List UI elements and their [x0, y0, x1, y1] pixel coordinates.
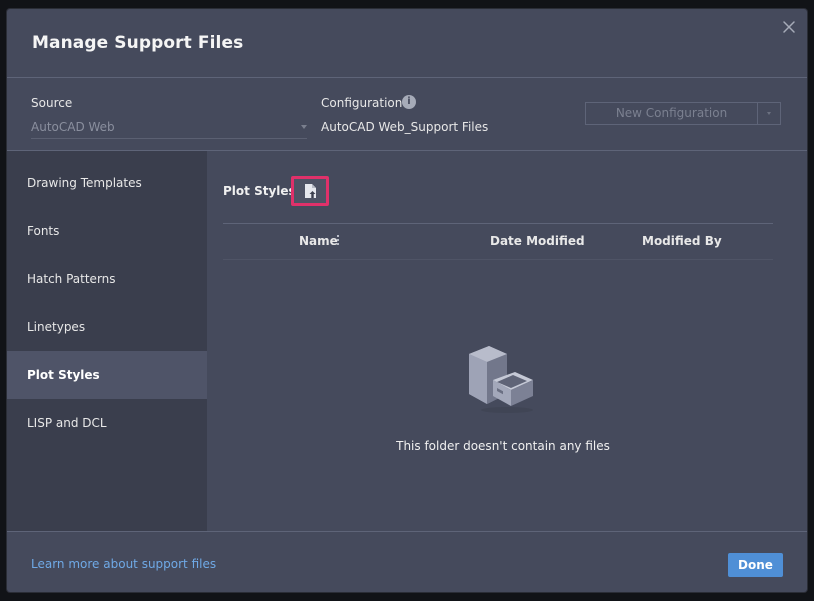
sidebar-item-drawing-templates[interactable]: Drawing Templates — [7, 159, 207, 207]
column-header-name[interactable]: Name — [299, 234, 338, 248]
source-label: Source — [31, 96, 73, 110]
dialog-header: Manage Support Files — [7, 9, 807, 78]
new-configuration-button[interactable]: New Configuration — [586, 103, 758, 124]
upload-file-icon — [305, 184, 316, 198]
configuration-label: Configuration — [321, 96, 403, 110]
chevron-down-icon[interactable] — [758, 103, 780, 124]
column-header-date-modified[interactable]: Date Modified — [490, 234, 585, 248]
source-value: AutoCAD Web — [31, 120, 115, 134]
done-button[interactable]: Done — [728, 553, 783, 577]
info-icon[interactable]: i — [402, 95, 416, 109]
section-title: Plot Styles — [223, 184, 296, 198]
configuration-value: AutoCAD Web_Support Files — [321, 120, 489, 134]
dialog-footer: Learn more about support files Done — [7, 531, 807, 592]
sidebar-item-plot-styles[interactable]: Plot Styles — [7, 351, 207, 399]
chevron-down-icon — [301, 125, 307, 129]
sidebar-item-lisp-and-dcl[interactable]: LISP and DCL — [7, 399, 207, 447]
dialog-title: Manage Support Files — [32, 33, 244, 53]
configuration-row: Source AutoCAD Web Configuration i AutoC… — [7, 78, 807, 151]
sidebar-item-linetypes[interactable]: Linetypes — [7, 303, 207, 351]
column-menu-icon[interactable] — [337, 235, 340, 247]
new-configuration-split-button[interactable]: New Configuration — [585, 102, 781, 125]
column-header-modified-by[interactable]: Modified By — [642, 234, 722, 248]
close-icon[interactable] — [781, 19, 797, 35]
empty-folder-message: This folder doesn't contain any files — [396, 439, 610, 453]
manage-support-files-dialog: Manage Support Files Source AutoCAD Web … — [7, 9, 807, 592]
file-table-header: Name Date Modified Modified By — [223, 223, 773, 260]
sidebar-item-fonts[interactable]: Fonts — [7, 207, 207, 255]
learn-more-link[interactable]: Learn more about support files — [31, 557, 216, 571]
main-content: Plot Styles Name Date Modified Modified … — [207, 151, 807, 531]
source-dropdown[interactable]: AutoCAD Web — [31, 118, 307, 139]
sidebar-item-hatch-patterns[interactable]: Hatch Patterns — [7, 255, 207, 303]
sidebar: Drawing Templates Fonts Hatch Patterns L… — [7, 151, 207, 531]
file-cabinet-icon — [465, 344, 537, 418]
upload-file-button[interactable] — [291, 176, 329, 206]
